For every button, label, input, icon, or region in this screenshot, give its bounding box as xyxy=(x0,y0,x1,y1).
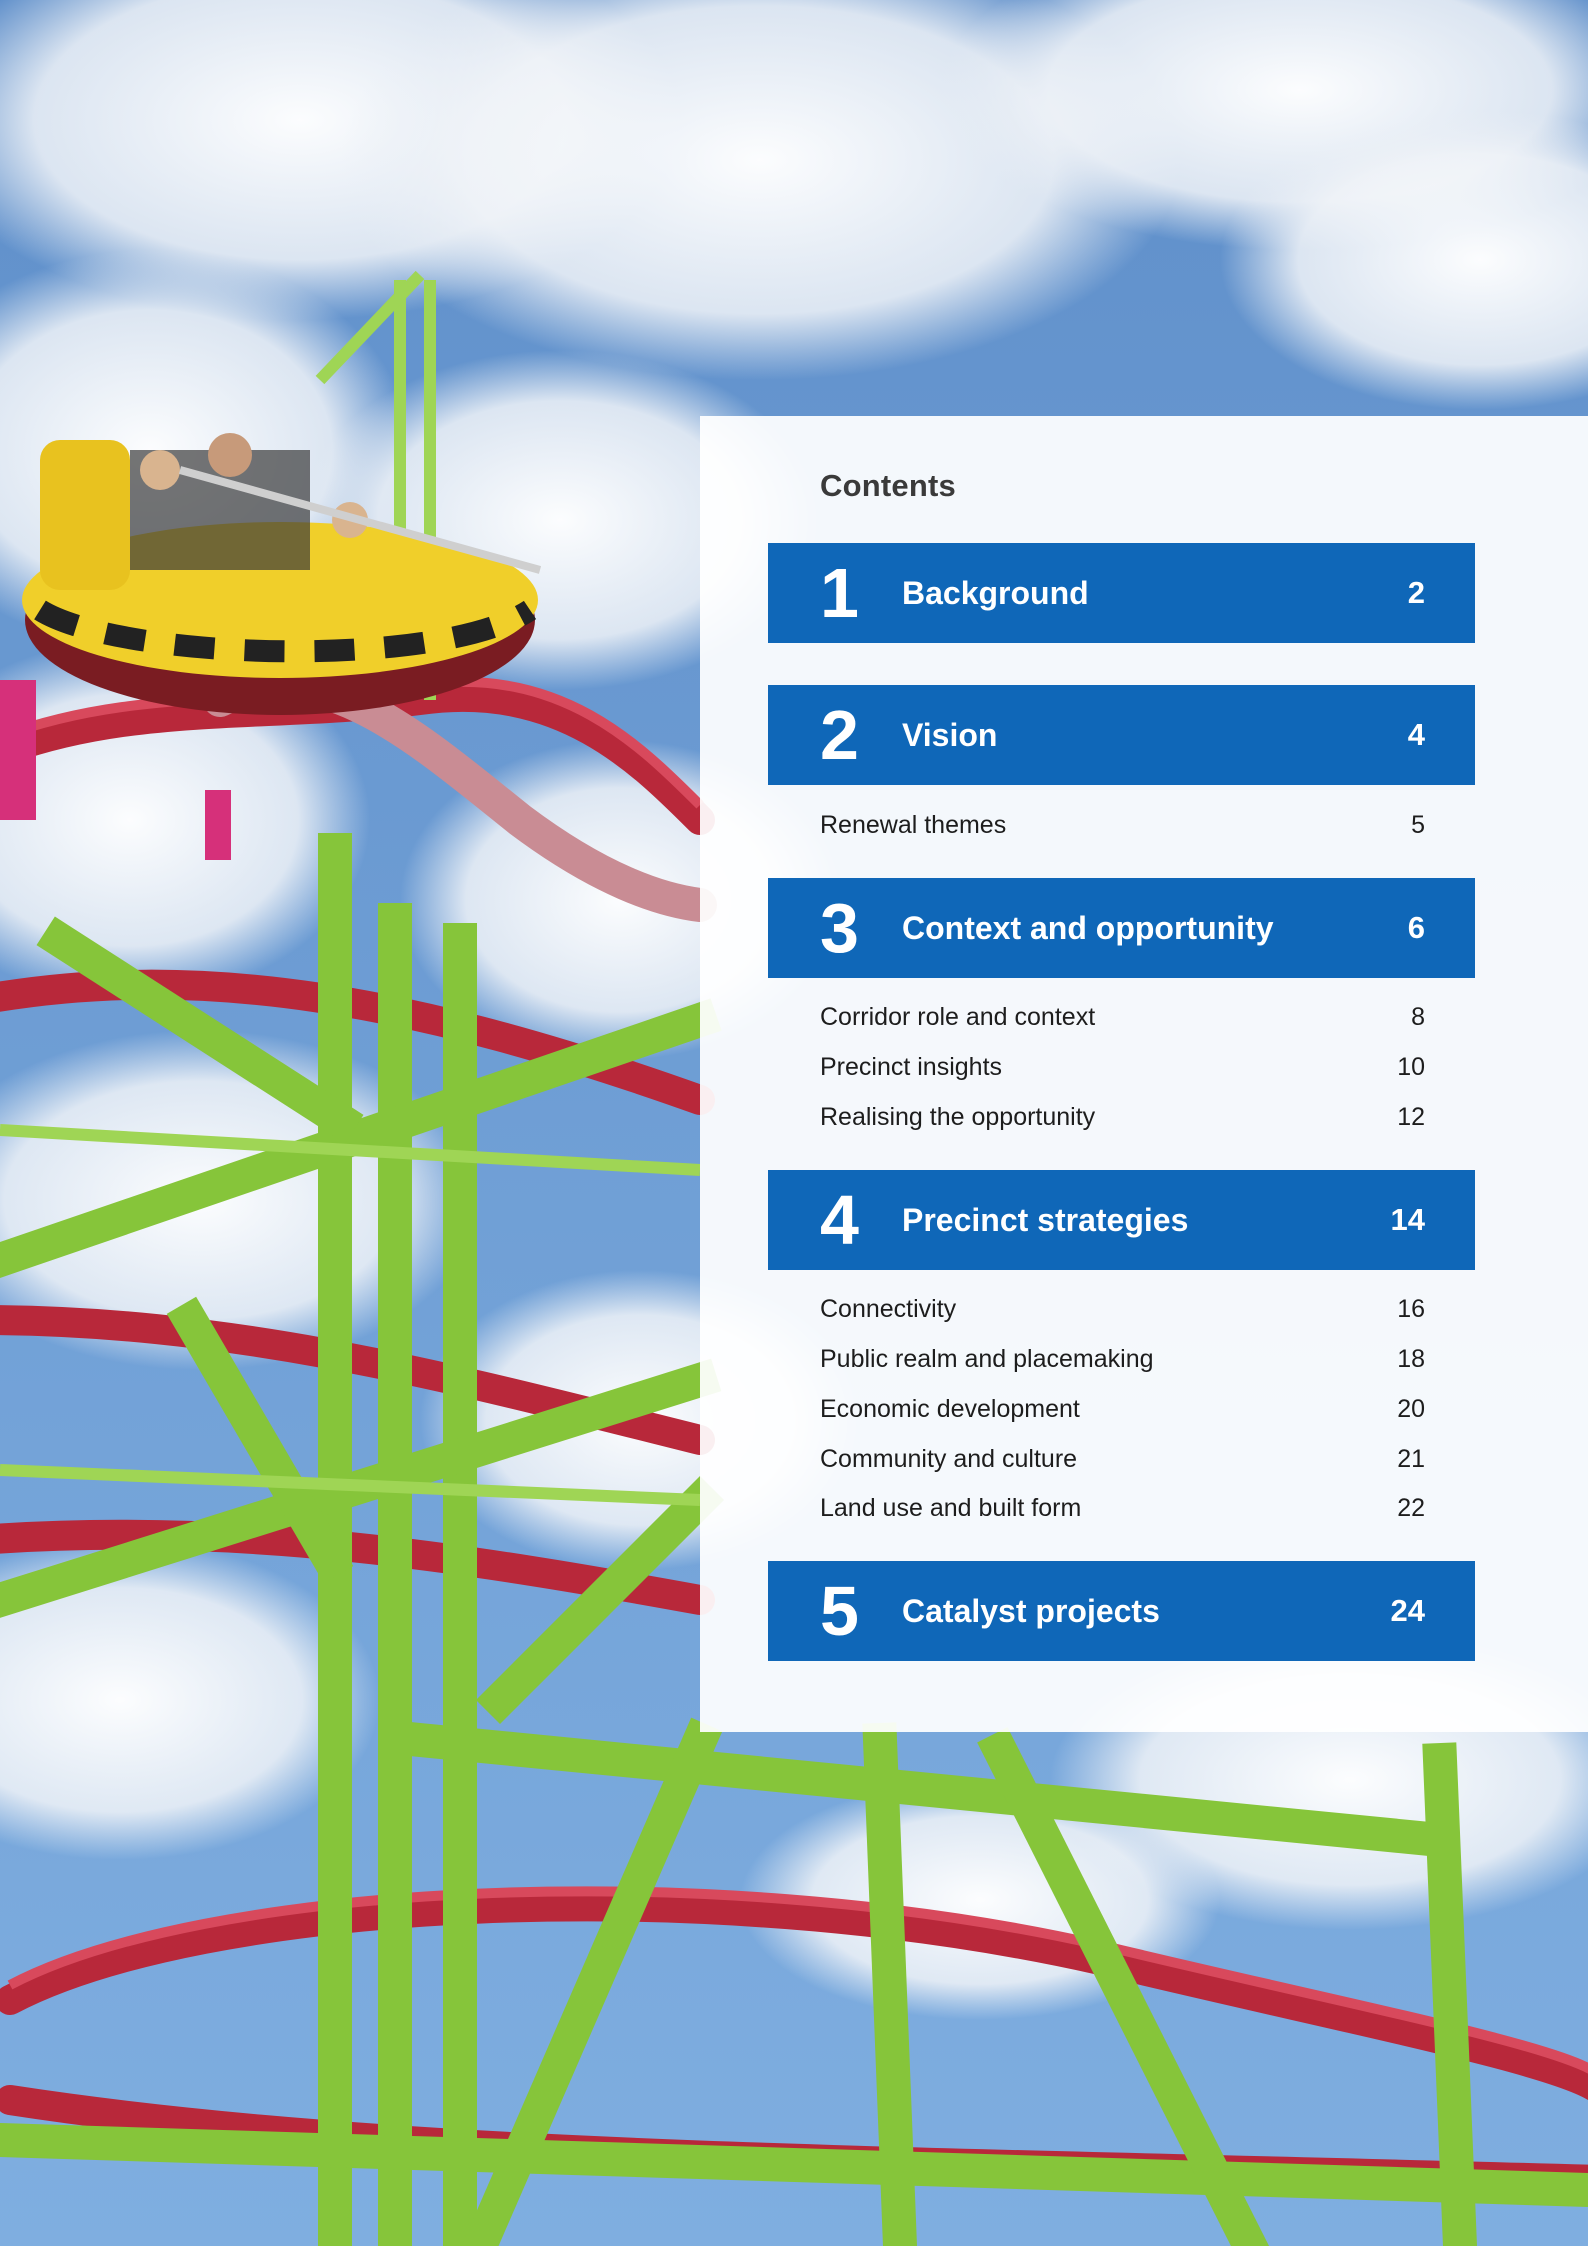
toc-section-catalyst-projects[interactable]: 5 Catalyst projects 24 xyxy=(768,1561,1475,1661)
item-page: 16 xyxy=(1397,1295,1425,1323)
toc-item-renewal-themes[interactable]: Renewal themes 5 xyxy=(820,805,1425,845)
section-title: Vision xyxy=(902,717,998,753)
section-number: 1 xyxy=(820,554,859,632)
section-number: 2 xyxy=(820,696,859,774)
toc-item-economic-development[interactable]: Economic development 20 xyxy=(820,1389,1425,1429)
item-title: Community and culture xyxy=(820,1445,1078,1473)
toc-item-realising-opportunity[interactable]: Realising the opportunity 12 xyxy=(820,1097,1425,1137)
item-page: 10 xyxy=(1397,1053,1425,1081)
section-page: 14 xyxy=(1390,1202,1425,1237)
toc-section-vision[interactable]: 2 Vision 4 xyxy=(768,685,1475,785)
item-page: 5 xyxy=(1411,811,1425,839)
item-title: Precinct insights xyxy=(820,1053,1003,1081)
section-title: Context and opportunity xyxy=(902,910,1274,946)
section-number: 3 xyxy=(820,889,859,967)
section-number: 4 xyxy=(820,1181,859,1259)
item-title: Land use and built form xyxy=(820,1494,1082,1522)
item-title: Renewal themes xyxy=(820,811,1007,839)
item-page: 12 xyxy=(1397,1103,1425,1131)
section-title: Background xyxy=(902,575,1089,611)
contents-panel: Contents 1 Background 2 2 Vision 4 Renew… xyxy=(700,416,1588,1732)
toc-section-background[interactable]: 1 Background 2 xyxy=(768,543,1475,643)
item-title: Corridor role and context xyxy=(820,1003,1096,1031)
toc-item-public-realm[interactable]: Public realm and placemaking 18 xyxy=(820,1339,1425,1379)
contents-heading: Contents xyxy=(820,468,956,503)
item-page: 20 xyxy=(1397,1395,1425,1423)
item-page: 22 xyxy=(1397,1494,1425,1522)
toc-item-precinct-insights[interactable]: Precinct insights 10 xyxy=(820,1047,1425,1087)
item-title: Public realm and placemaking xyxy=(820,1345,1154,1373)
item-page: 8 xyxy=(1411,1003,1425,1031)
section-page: 4 xyxy=(1407,717,1425,752)
toc-item-community-culture[interactable]: Community and culture 21 xyxy=(820,1439,1425,1479)
section-title: Catalyst projects xyxy=(902,1593,1160,1629)
section-page: 6 xyxy=(1407,910,1425,945)
item-title: Connectivity xyxy=(820,1295,957,1323)
item-title: Economic development xyxy=(820,1395,1080,1423)
item-title: Realising the opportunity xyxy=(820,1103,1096,1131)
toc-section-context-and-opportunity[interactable]: 3 Context and opportunity 6 xyxy=(768,878,1475,978)
toc-item-connectivity[interactable]: Connectivity 16 xyxy=(820,1289,1425,1329)
section-page: 24 xyxy=(1390,1593,1425,1628)
section-title: Precinct strategies xyxy=(902,1202,1189,1238)
item-page: 18 xyxy=(1397,1345,1425,1373)
toc-item-corridor-role[interactable]: Corridor role and context 8 xyxy=(820,997,1425,1037)
item-page: 21 xyxy=(1397,1445,1425,1473)
toc-section-precinct-strategies[interactable]: 4 Precinct strategies 14 xyxy=(768,1170,1475,1270)
section-number: 5 xyxy=(820,1572,859,1650)
toc-item-land-use[interactable]: Land use and built form 22 xyxy=(820,1488,1425,1528)
section-page: 2 xyxy=(1407,575,1425,610)
